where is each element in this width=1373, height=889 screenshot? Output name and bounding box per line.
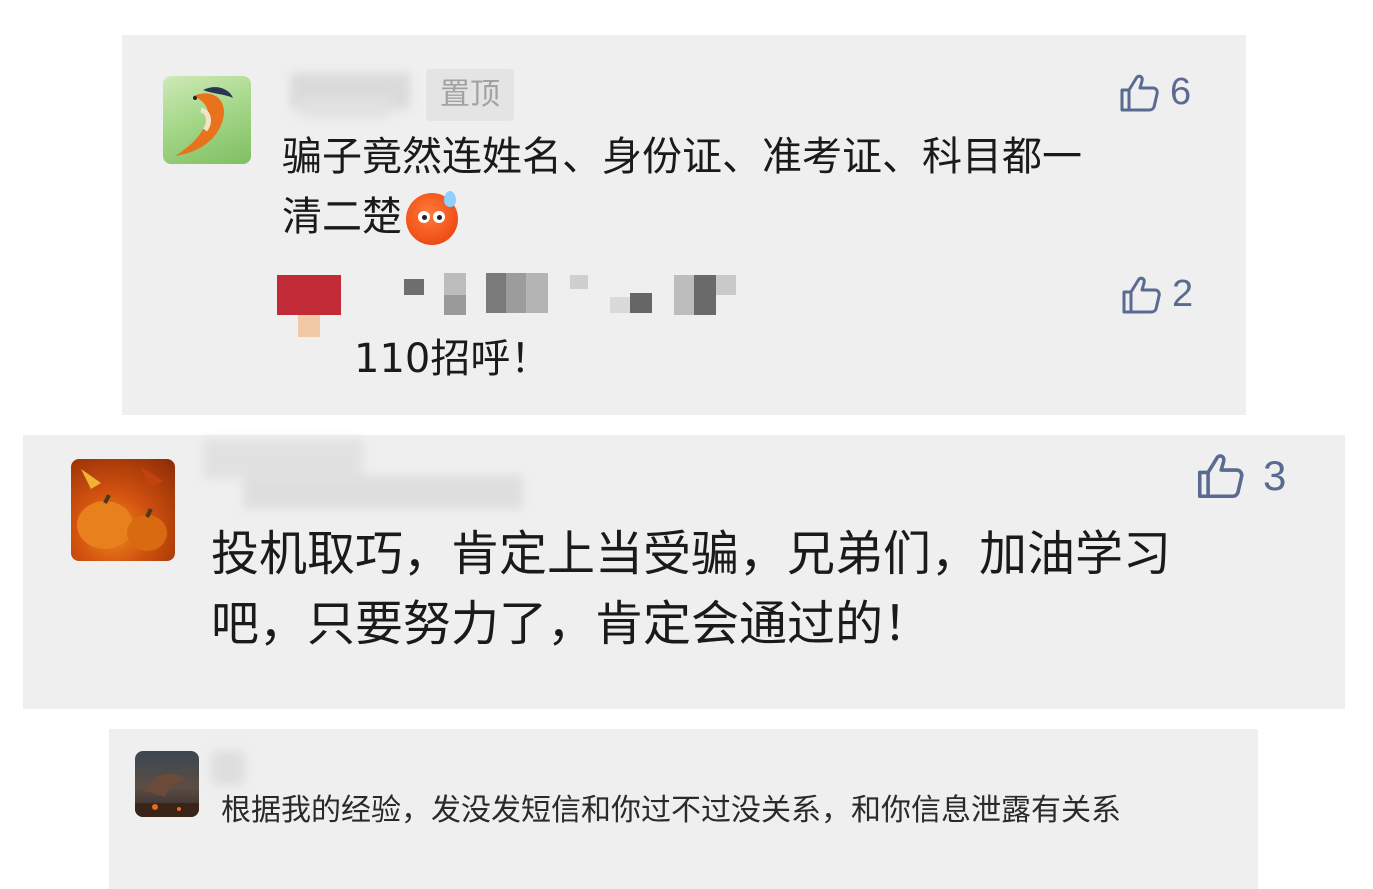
thumbs-up-icon — [1197, 454, 1244, 499]
sweat-face-emoji — [406, 191, 458, 245]
reply-like-button[interactable]: 2 — [1120, 273, 1193, 316]
avatar[interactable] — [135, 751, 199, 817]
dragon-image — [135, 773, 199, 817]
like-count: 3 — [1263, 452, 1287, 499]
pinned-badge: 置顶 — [426, 69, 514, 121]
comment-text-line: 清二楚 — [282, 187, 1082, 247]
comment-card-pinned: 置顶 6 骗子竟然连姓名、身份证、准考证、科目都一 清二楚 2 110招呼！ — [122, 35, 1246, 415]
thumbs-up-icon — [1120, 74, 1159, 111]
comment-text: 投机取巧，肯定上当受骗，兄弟们，加油学习 吧，只要努力了，肯定会通过的！ — [211, 519, 1171, 659]
thumbs-up-icon — [1122, 276, 1161, 313]
like-count: 6 — [1170, 71, 1192, 113]
comment-text-line: 投机取巧，肯定上当受骗，兄弟们，加油学习 — [211, 526, 1172, 582]
reply-like-count: 2 — [1172, 273, 1194, 315]
comment-text-line: 骗子竟然连姓名、身份证、准考证、科目都一 — [282, 134, 1082, 180]
like-button[interactable]: 3 — [1195, 451, 1286, 501]
comment-card: 3 投机取巧，肯定上当受骗，兄弟们，加油学习 吧，只要努力了，肯定会通过的！ — [23, 435, 1345, 709]
avatar[interactable] — [163, 76, 251, 164]
pumpkin-image — [77, 467, 167, 551]
comment-card: 根据我的经验，发没发短信和你过不过没关系，和你信息泄露有关系 — [109, 729, 1258, 889]
like-button[interactable]: 6 — [1118, 71, 1191, 114]
comment-text: 骗子竟然连姓名、身份证、准考证、科目都一 清二楚 — [282, 127, 1082, 247]
comment-text: 根据我的经验，发没发短信和你过不过没关系，和你信息泄露有关系 — [221, 793, 1121, 828]
koi-fish-image — [175, 87, 233, 156]
reply-text: 110招呼！ — [354, 336, 551, 382]
comment-text-line: 吧，只要努力了，肯定会通过的！ — [211, 596, 932, 652]
comment-text-line-2: 清二楚 — [282, 194, 402, 240]
avatar[interactable] — [71, 459, 175, 561]
